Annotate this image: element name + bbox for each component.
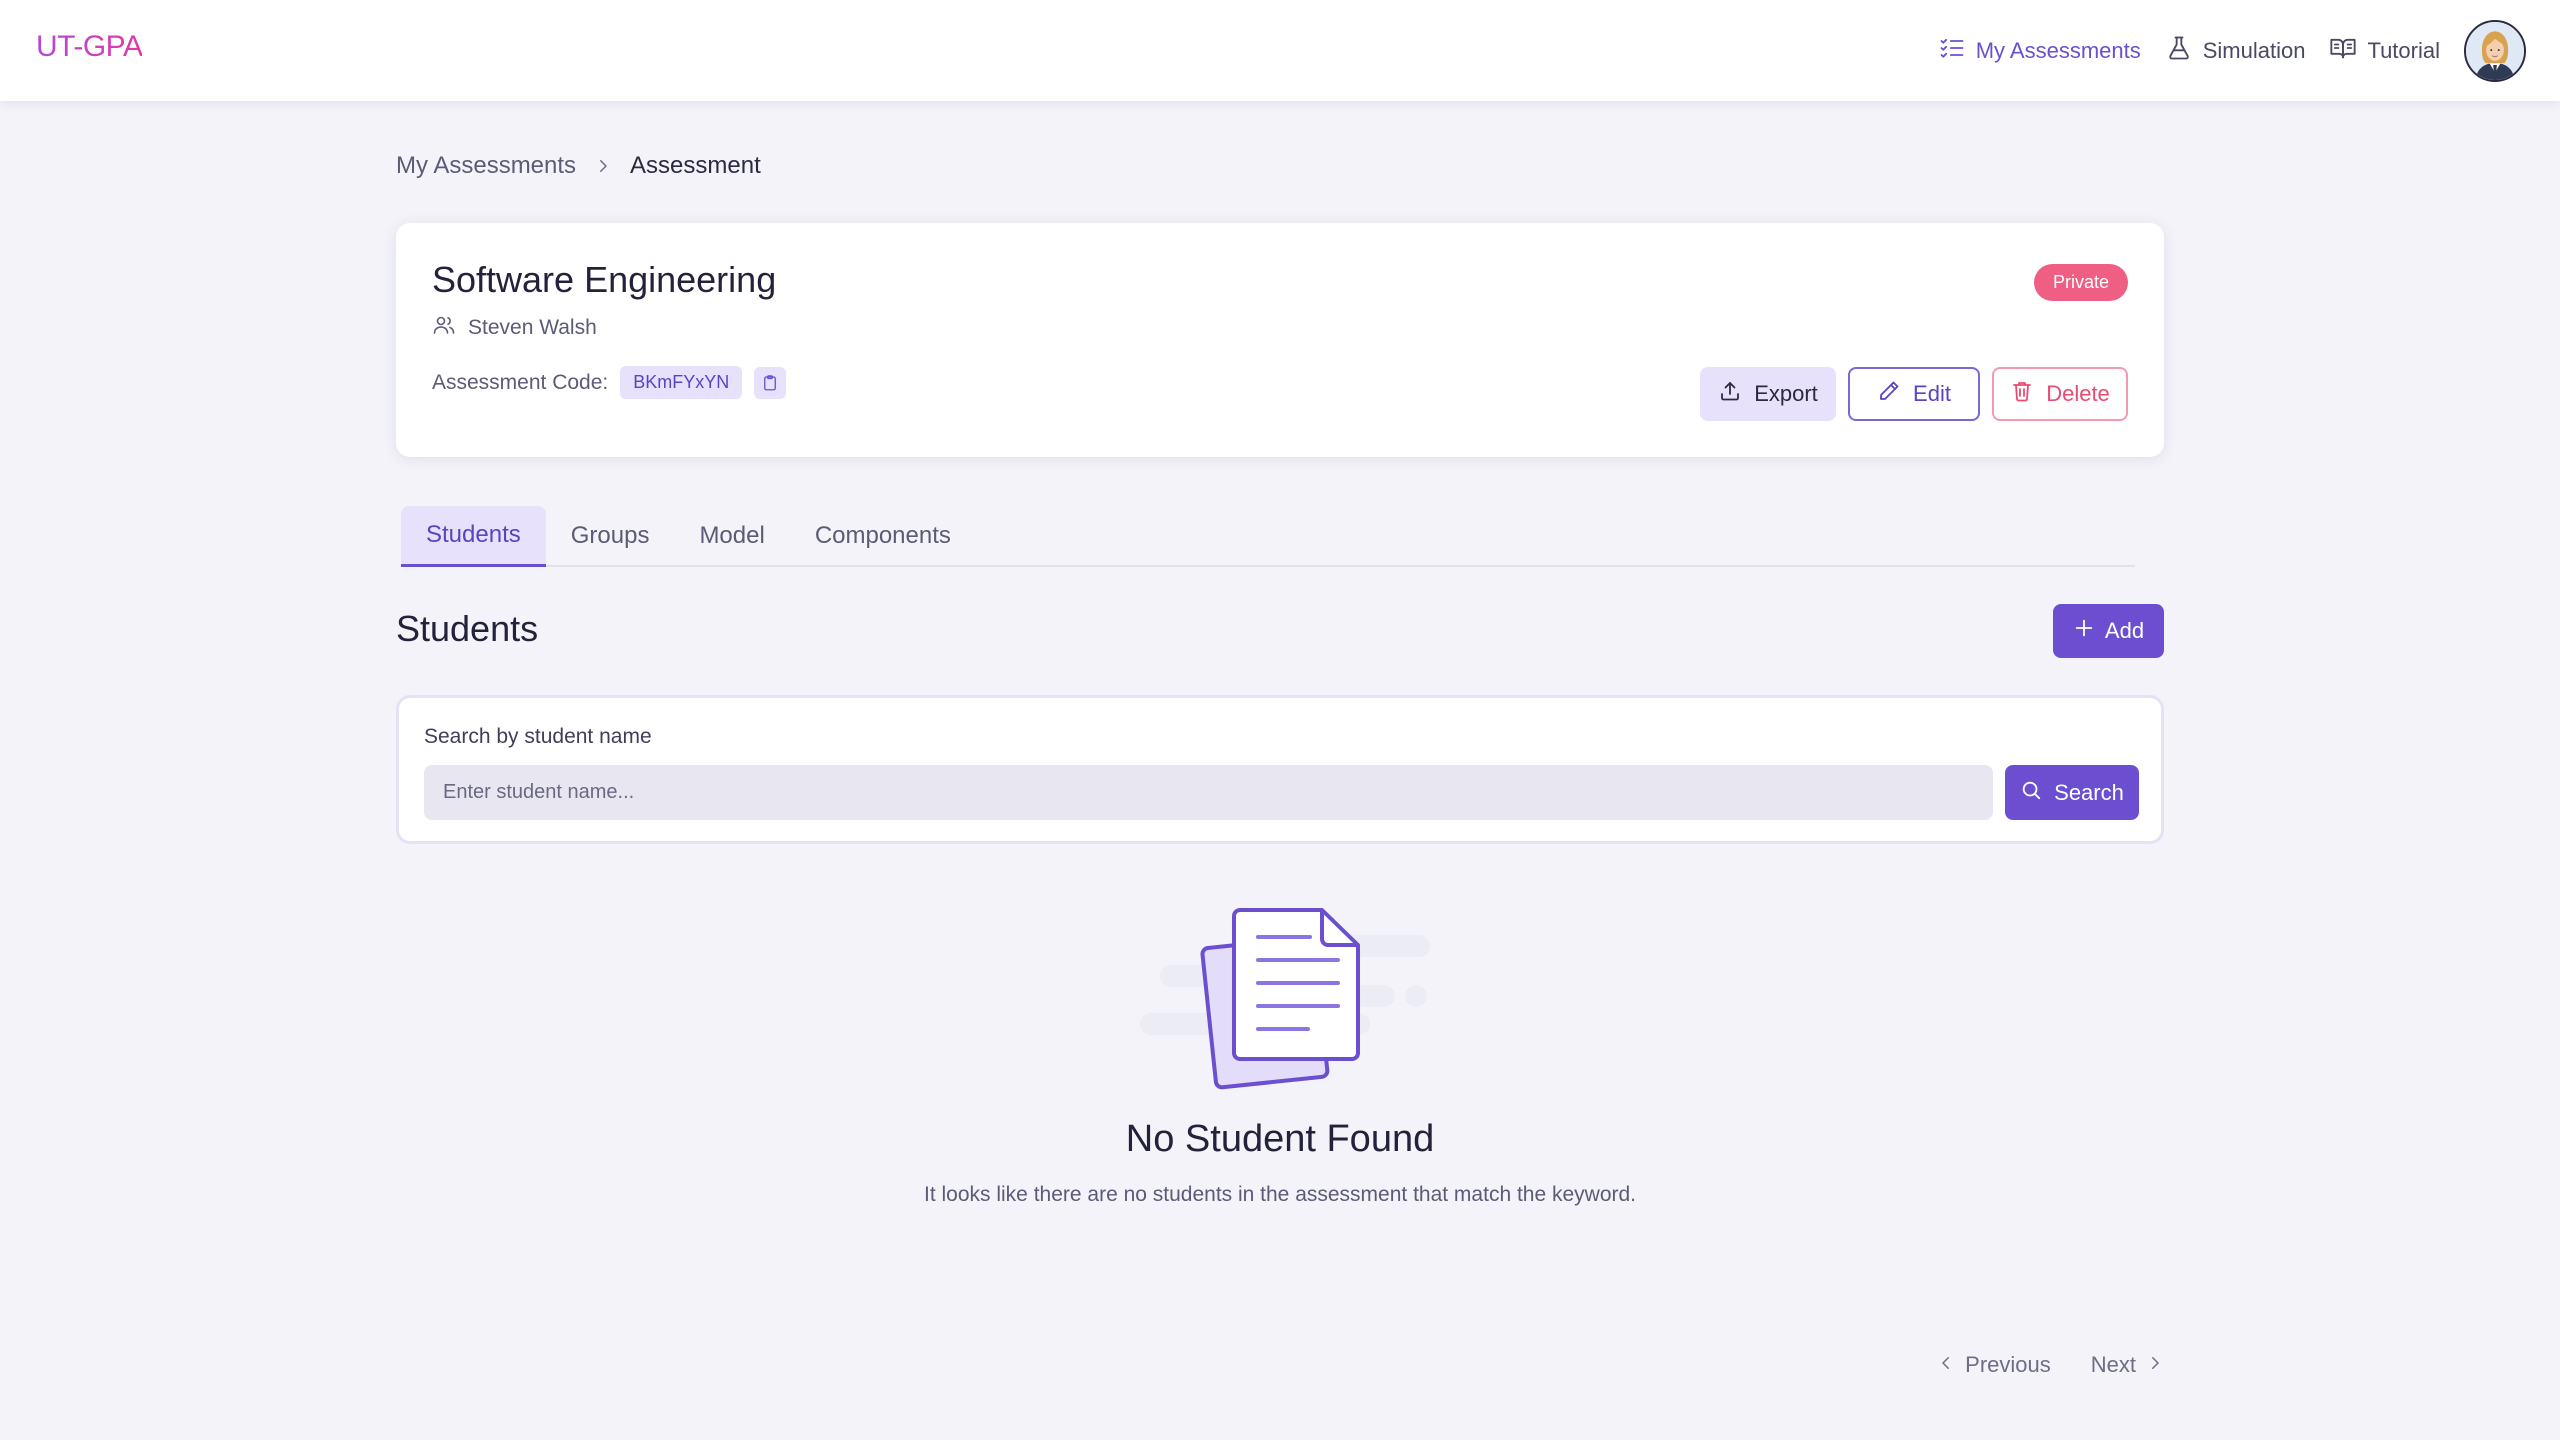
nav-simulation-label: Simulation bbox=[2202, 38, 2306, 63]
empty-state-description: It looks like there are no students in t… bbox=[923, 1183, 1637, 1206]
visibility-badge: Private bbox=[2033, 264, 2128, 301]
search-button[interactable]: Search bbox=[2005, 765, 2139, 820]
chevron-left-icon bbox=[1937, 1352, 1955, 1378]
student-search-input[interactable] bbox=[424, 765, 1993, 820]
next-page-button[interactable]: Next bbox=[2091, 1352, 2164, 1378]
edit-label: Edit bbox=[1913, 381, 1951, 406]
students-section-title: Students bbox=[396, 608, 539, 649]
previous-label: Previous bbox=[1965, 1352, 2051, 1377]
trash-icon bbox=[2010, 379, 2034, 409]
upload-icon bbox=[1718, 379, 1742, 409]
top-navbar: UT-GPA My Assessments Simulation Tutoria… bbox=[0, 0, 2560, 101]
nav-links: My Assessments Simulation Tutorial bbox=[1938, 20, 2526, 82]
search-icon bbox=[2020, 779, 2042, 807]
previous-page-button[interactable]: Previous bbox=[1937, 1352, 2051, 1378]
empty-state-title: No Student Found bbox=[1125, 1118, 1435, 1160]
users-icon bbox=[432, 313, 456, 343]
assessment-owner: Steven Walsh bbox=[432, 313, 597, 343]
nav-tutorial[interactable]: Tutorial bbox=[2329, 34, 2440, 68]
nav-my-assessments-label: My Assessments bbox=[1975, 38, 2141, 63]
brand-logo[interactable]: UT-GPA bbox=[36, 30, 143, 64]
tab-groups[interactable]: Groups bbox=[546, 506, 675, 565]
flask-icon bbox=[2165, 34, 2193, 68]
assessment-tabs: Students Groups Model Components bbox=[401, 506, 2135, 567]
add-student-label: Add bbox=[2104, 618, 2145, 643]
delete-button[interactable]: Delete bbox=[1992, 367, 2128, 421]
user-avatar[interactable] bbox=[2464, 20, 2526, 82]
edit-button[interactable]: Edit bbox=[1848, 367, 1980, 421]
assessment-card: Software Engineering Steven Walsh Assess… bbox=[396, 223, 2164, 457]
pencil-icon bbox=[1877, 379, 1901, 409]
next-label: Next bbox=[2090, 1352, 2136, 1377]
assessment-code-row: Assessment Code: BKmFYxYN bbox=[432, 366, 787, 399]
pagination: Previous Next bbox=[1937, 1352, 2164, 1378]
breadcrumb-current: Assessment bbox=[630, 152, 761, 179]
assessment-code-chip: BKmFYxYN bbox=[620, 366, 743, 399]
search-button-label: Search bbox=[2054, 779, 2124, 805]
nav-tutorial-label: Tutorial bbox=[2367, 38, 2440, 63]
breadcrumb: My Assessments Assessment bbox=[396, 152, 761, 180]
owner-name: Steven Walsh bbox=[468, 316, 597, 339]
tab-students[interactable]: Students bbox=[401, 506, 546, 567]
copy-code-button[interactable] bbox=[754, 366, 787, 399]
export-label: Export bbox=[1754, 381, 1818, 406]
delete-label: Delete bbox=[2046, 381, 2110, 406]
nav-simulation[interactable]: Simulation bbox=[2165, 34, 2306, 68]
assessment-title: Software Engineering bbox=[432, 259, 777, 300]
clipboard-icon bbox=[764, 374, 777, 390]
export-button[interactable]: Export bbox=[1700, 367, 1836, 421]
tab-model[interactable]: Model bbox=[674, 506, 789, 565]
chevron-right-icon bbox=[594, 157, 612, 175]
avatar-portrait-icon bbox=[2466, 22, 2524, 80]
assessment-actions: Export Edit Delete bbox=[1700, 367, 2128, 421]
empty-documents-illustration bbox=[1130, 905, 1430, 1095]
list-check-icon bbox=[1938, 34, 1966, 68]
student-search-card: Search by student name Search bbox=[396, 695, 2164, 844]
plus-icon bbox=[2073, 617, 2095, 645]
tab-components[interactable]: Components bbox=[790, 506, 976, 565]
chevron-right-icon bbox=[2146, 1352, 2164, 1378]
nav-my-assessments[interactable]: My Assessments bbox=[1938, 34, 2141, 68]
add-student-button[interactable]: Add bbox=[2053, 604, 2164, 658]
book-open-icon bbox=[2329, 34, 2357, 68]
breadcrumb-my-assessments[interactable]: My Assessments bbox=[396, 152, 576, 180]
assessment-code-label: Assessment Code: bbox=[432, 370, 609, 394]
search-label: Search by student name bbox=[424, 725, 652, 748]
